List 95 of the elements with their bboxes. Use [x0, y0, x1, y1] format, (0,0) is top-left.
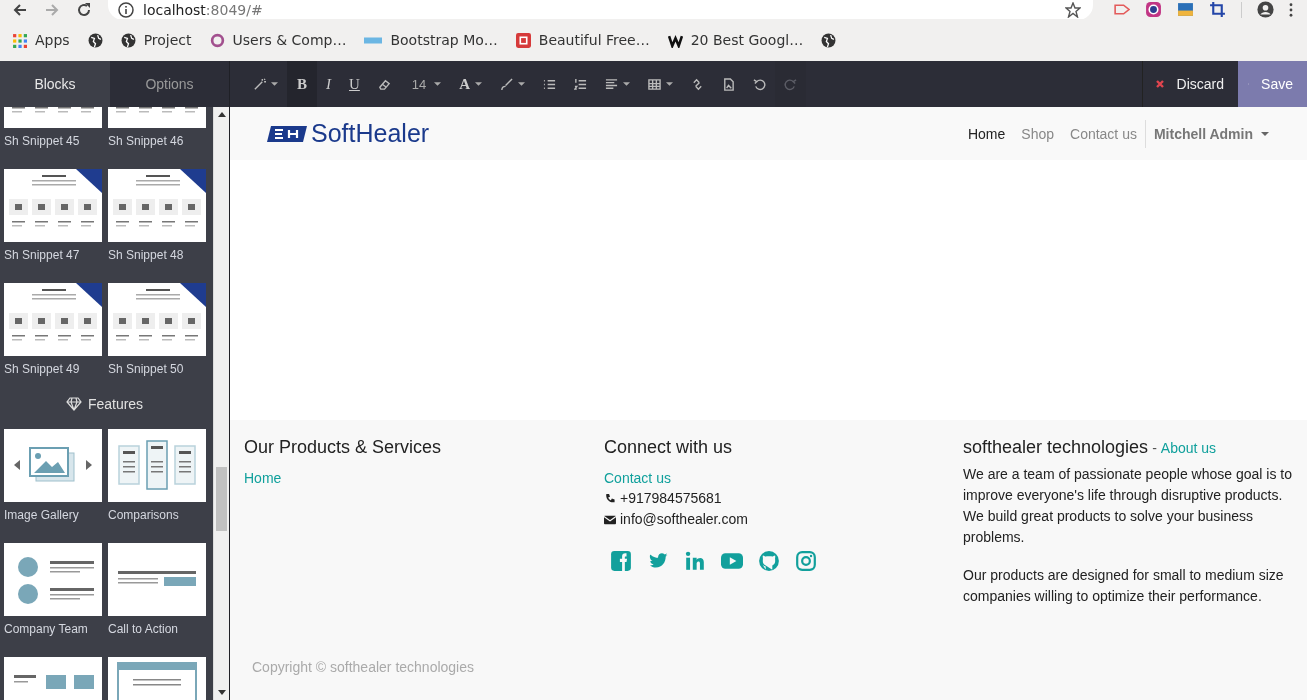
user-menu[interactable]: Mitchell Admin [1144, 119, 1269, 148]
snippet-label: Comparisons [108, 508, 180, 522]
arrow-extension-icon[interactable] [1113, 1, 1130, 18]
snippet-thumbnail[interactable] [108, 543, 206, 616]
youtube-icon[interactable] [721, 550, 743, 572]
footer-heading: softhealer technologies [963, 437, 1149, 458]
snippet-thumbnail[interactable] [4, 169, 102, 242]
footer-paragraph: We are a team of passionate people whose goal is to improve everyone's life through disruptive products. We build great products to solve your business problems. [963, 465, 1293, 547]
snippet-label: Sh Snippet 46 [108, 134, 185, 148]
bookmark[interactable]: Users & Comp… [209, 32, 347, 48]
scroll-up-icon[interactable] [218, 111, 226, 117]
bookmark[interactable]: 20 Best Googl… [667, 32, 804, 48]
snippet-thumbnail[interactable] [108, 169, 206, 242]
caret-icon [434, 82, 442, 86]
format-button[interactable]: B [287, 61, 317, 107]
snippet-thumbnail[interactable] [4, 429, 102, 502]
facebook-icon[interactable] [610, 550, 632, 572]
redo-icon [784, 77, 798, 91]
undo-icon [753, 77, 767, 91]
square-logo-icon [515, 32, 531, 48]
w-logo-icon [667, 32, 683, 48]
profile-avatar-icon[interactable] [1257, 1, 1274, 18]
panel-tab[interactable]: Options [110, 61, 229, 107]
snippet-label: Call to Action [108, 622, 180, 636]
snippet-thumbnail[interactable] [4, 543, 102, 616]
snippet-label: Sh Snippet 50 [108, 362, 185, 376]
bookmark[interactable]: Apps [12, 32, 70, 48]
footer-heading: Our Products & Services [244, 437, 442, 458]
address-bar[interactable]: localhost:8049/# [108, 0, 1093, 19]
align-icon [605, 77, 619, 91]
reload-icon[interactable] [76, 1, 92, 18]
ring-icon [209, 32, 225, 48]
site-logo[interactable]: SoftHealer [267, 119, 430, 148]
image-icon [722, 77, 736, 91]
globe-icon [87, 32, 103, 48]
format-button[interactable]: A [450, 61, 492, 107]
menu-icon[interactable] [1289, 2, 1293, 17]
phone-icon [604, 493, 616, 504]
logo-mark-icon [267, 123, 307, 144]
back-arrow-icon[interactable] [12, 1, 28, 18]
section-title: Features [87, 396, 144, 412]
instagram-icon[interactable] [795, 550, 817, 572]
caret-icon [518, 82, 526, 86]
card-extension-icon[interactable] [1177, 1, 1194, 18]
bookmark[interactable]: Beautiful Free… [515, 32, 650, 48]
caret-icon [623, 82, 631, 86]
snippet-label: Sh Snippet 49 [4, 362, 81, 376]
snippet-thumbnail[interactable] [108, 429, 206, 502]
scroll-down-icon[interactable] [218, 690, 226, 696]
copyright-text: Copyright © softhealer technologies [252, 659, 475, 675]
email-address: info@softhealer.com [620, 510, 748, 529]
phone-number: +917984575681 [620, 489, 722, 508]
eraser-icon [377, 77, 391, 91]
ol-icon [574, 77, 588, 91]
table-icon [648, 77, 662, 91]
close-icon [1154, 79, 1165, 89]
separator-text: - [1152, 440, 1157, 456]
caret-icon [475, 82, 483, 86]
url-text: localhost:8049/# [143, 1, 264, 18]
bookmark[interactable]: Project [120, 32, 192, 48]
apps-grid-icon [12, 32, 27, 48]
save-button[interactable]: Save [1238, 61, 1307, 107]
nav-link[interactable]: Home [959, 125, 1014, 142]
snippet-label: Sh Snippet 48 [108, 248, 185, 262]
star-icon[interactable] [1065, 1, 1081, 18]
linkedin-icon[interactable] [684, 550, 706, 572]
snippet-label: Sh Snippet 45 [4, 134, 81, 148]
snippet-label: Company Team [4, 622, 89, 636]
lens-extension-icon[interactable] [1145, 1, 1162, 18]
format-button[interactable]: U [340, 61, 369, 107]
footer-paragraph: Our products are designed for small to medium size companies willing to optimize their performance. [963, 566, 1285, 606]
diamond-icon [65, 397, 82, 411]
github-icon[interactable] [758, 550, 780, 572]
scroll-thumb[interactable] [216, 467, 227, 531]
snippet-label: Image Gallery [4, 508, 80, 522]
format-button[interactable]: I [317, 61, 340, 107]
envelope-icon [604, 514, 616, 525]
caret-icon [271, 82, 278, 86]
nav-link[interactable]: Shop [1013, 125, 1062, 142]
brush-icon [500, 77, 514, 91]
info-icon [118, 1, 134, 18]
snippet-label: Sh Snippet 47 [4, 248, 81, 262]
wand-icon [253, 77, 266, 91]
caret-icon [666, 82, 674, 86]
format-button[interactable]: 14 [399, 61, 451, 107]
snippet-thumbnail[interactable] [108, 283, 206, 356]
crop-extension-icon[interactable] [1209, 1, 1226, 18]
snippet-thumbnail[interactable] [4, 283, 102, 356]
scrollbar[interactable] [213, 107, 229, 700]
caret-icon [1261, 131, 1269, 136]
globe-icon [120, 32, 136, 48]
footer-heading: Connect with us [604, 437, 733, 458]
globe-icon [821, 32, 837, 48]
bookmark[interactable]: Bootstrap Mo… [364, 32, 498, 48]
ul-icon [543, 77, 557, 91]
